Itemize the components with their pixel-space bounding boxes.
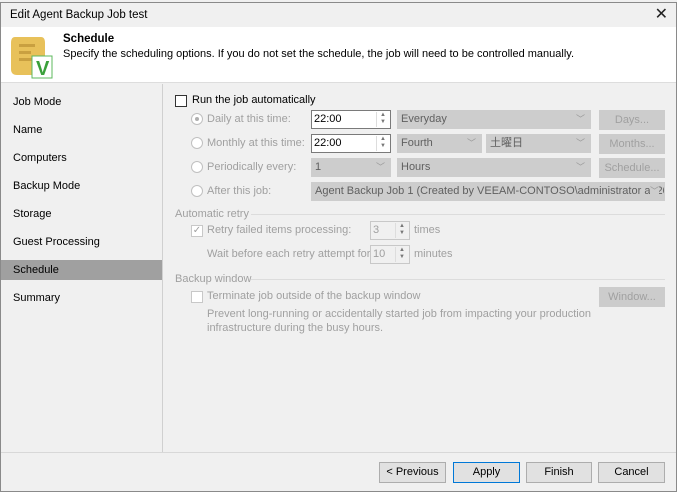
periodic-value: 1 (315, 161, 321, 173)
daily-radio[interactable] (191, 113, 203, 125)
schedule-button[interactable]: Schedule... (599, 158, 665, 178)
periodic-unit-dropdown[interactable]: Hours ﹀ (397, 158, 591, 177)
after-job-value: Agent Backup Job 1 (Created by VEEAM-CON… (315, 185, 665, 197)
monthly-label: Monthly at this time: (207, 137, 305, 149)
after-job-dropdown[interactable]: Agent Backup Job 1 (Created by VEEAM-CON… (311, 182, 665, 201)
daily-frequency-value: Everyday (401, 113, 447, 125)
periodic-radio[interactable] (191, 161, 203, 173)
schedule-scroll-icon: V (9, 35, 55, 81)
daily-label: Daily at this time: (207, 113, 291, 125)
sidebar-item-name[interactable]: Name (1, 120, 162, 140)
wizard-steps-sidebar: Job Mode Name Computers Backup Mode Stor… (1, 84, 163, 452)
monthly-day-dropdown[interactable]: 土曜日 ﹀ (486, 134, 591, 153)
section-divider (251, 279, 665, 280)
terminate-description-2: infrastructure during the busy hours. (207, 322, 383, 334)
monthly-day-value: 土曜日 (490, 137, 523, 149)
backup-window-heading: Backup window (175, 273, 251, 285)
previous-button[interactable]: < Previous (379, 462, 446, 483)
monthly-radio[interactable] (191, 137, 203, 149)
window-title: Edit Agent Backup Job test (10, 9, 147, 21)
footer-divider (1, 452, 676, 453)
time-spinner[interactable]: ▲▼ (376, 112, 389, 127)
run-automatically-checkbox[interactable] (175, 95, 187, 107)
page-description: Specify the scheduling options. If you d… (63, 48, 574, 60)
sidebar-item-storage[interactable]: Storage (1, 204, 162, 224)
periodic-label: Periodically every: (207, 161, 296, 173)
retry-count-value: 3 (373, 224, 379, 236)
retry-checkbox[interactable]: ✓ (191, 225, 203, 237)
section-divider (251, 214, 665, 215)
monthly-week-value: Fourth (401, 137, 433, 149)
wait-label: Wait before each retry attempt for: (207, 248, 374, 260)
chevron-down-icon: ﹀ (650, 183, 659, 200)
apply-button[interactable]: Apply (453, 462, 520, 483)
after-job-label: After this job: (207, 185, 271, 197)
sidebar-item-summary[interactable]: Summary (1, 288, 162, 308)
chevron-down-icon: ﹀ (376, 159, 385, 176)
periodic-value-dropdown[interactable]: 1﹀ (311, 158, 391, 177)
wait-minutes-value: 10 (373, 248, 385, 260)
wait-minutes-input[interactable]: 10 ▲▼ (370, 245, 410, 264)
retry-count-input[interactable]: 3 ▲▼ (370, 221, 410, 240)
retry-label: Retry failed items processing: (207, 224, 351, 236)
daily-time-input[interactable]: 22:00 ▲▼ (311, 110, 391, 129)
daily-time-value: 22:00 (314, 113, 342, 125)
sidebar-item-job-mode[interactable]: Job Mode (1, 92, 162, 112)
monthly-time-value: 22:00 (314, 137, 342, 149)
terminate-checkbox[interactable] (191, 291, 203, 303)
periodic-unit-value: Hours (401, 161, 430, 173)
after-job-radio[interactable] (191, 185, 203, 197)
sidebar-item-backup-mode[interactable]: Backup Mode (1, 176, 162, 196)
terminate-description-1: Prevent long-running or accidentally sta… (207, 308, 591, 320)
monthly-week-dropdown[interactable]: Fourth ﹀ (397, 134, 482, 153)
sidebar-item-schedule[interactable]: Schedule (1, 260, 162, 280)
header-panel: V Schedule Specify the scheduling option… (1, 27, 676, 83)
wait-spinner[interactable]: ▲▼ (395, 247, 408, 262)
automatic-retry-heading: Automatic retry (175, 208, 249, 220)
wait-unit: minutes (414, 248, 453, 260)
daily-frequency-dropdown[interactable]: Everyday ﹀ (397, 110, 591, 129)
days-button[interactable]: Days... (599, 110, 665, 130)
time-spinner[interactable]: ▲▼ (376, 136, 389, 151)
sidebar-item-guest-processing[interactable]: Guest Processing (1, 232, 162, 252)
sidebar-item-computers[interactable]: Computers (1, 148, 162, 168)
run-automatically-label: Run the job automatically (192, 94, 316, 106)
svg-text:V: V (36, 58, 50, 80)
months-button[interactable]: Months... (599, 134, 665, 154)
chevron-down-icon: ﹀ (467, 135, 476, 152)
retry-unit: times (414, 224, 440, 236)
monthly-time-input[interactable]: 22:00 ▲▼ (311, 134, 391, 153)
page-title: Schedule (63, 33, 114, 45)
cancel-button[interactable]: Cancel (598, 462, 665, 483)
close-icon[interactable]: ✕ (655, 4, 668, 24)
retry-spinner[interactable]: ▲▼ (395, 223, 408, 238)
chevron-down-icon: ﹀ (576, 135, 585, 152)
dialog-window: Edit Agent Backup Job test ✕ V Schedule … (0, 2, 677, 492)
terminate-label: Terminate job outside of the backup wind… (207, 290, 420, 302)
finish-button[interactable]: Finish (526, 462, 592, 483)
window-button[interactable]: Window... (599, 287, 665, 307)
chevron-down-icon: ﹀ (576, 159, 585, 176)
chevron-down-icon: ﹀ (576, 111, 585, 128)
